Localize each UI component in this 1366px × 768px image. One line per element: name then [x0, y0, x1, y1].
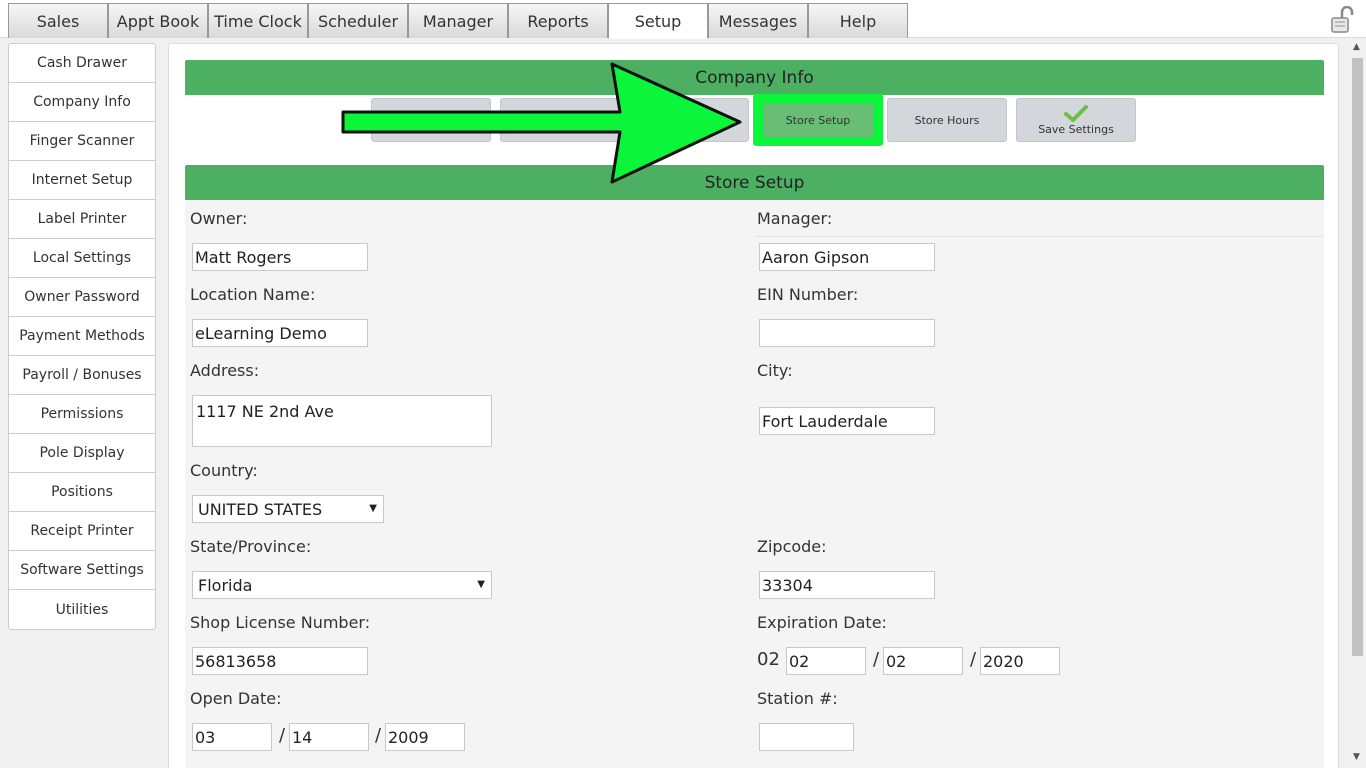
state-select[interactable]: Florida ▼	[192, 571, 492, 599]
save-settings-label: Save Settings	[1038, 122, 1114, 136]
date-separator: /	[873, 649, 880, 670]
date-separator: /	[970, 649, 977, 670]
date-separator: /	[279, 725, 286, 746]
checkmark-icon	[1064, 104, 1088, 122]
expiration-year-field[interactable]: 2020	[980, 647, 1060, 675]
tab-appt-book[interactable]: Appt Book	[108, 3, 208, 38]
sidebar-item-internet-setup[interactable]: Internet Setup	[9, 161, 155, 200]
expiration-date-label: Expiration Date:	[757, 613, 887, 632]
ein-number-label: EIN Number:	[757, 285, 859, 304]
sidebar-item-cash-drawer[interactable]: Cash Drawer	[9, 44, 155, 83]
sidebar-item-software-settings[interactable]: Software Settings	[9, 551, 155, 590]
manager-label: Manager:	[757, 209, 833, 228]
location-name-label: Location Name:	[190, 285, 316, 304]
padlock-icon[interactable]	[1330, 6, 1356, 34]
divider	[755, 236, 1324, 237]
open-date-label: Open Date:	[190, 689, 282, 708]
store-setup-form: Owner: Matt Rogers Location Name: eLearn…	[185, 200, 1324, 768]
expiration-day-field[interactable]: 02	[883, 647, 963, 675]
station-number-field[interactable]	[759, 723, 854, 751]
scrollbar-thumb[interactable]	[1352, 58, 1363, 656]
scroll-up-icon[interactable]: ▲	[1353, 42, 1360, 52]
tab-messages[interactable]: Messages	[708, 3, 808, 38]
sidebar-item-payroll-bonuses[interactable]: Payroll / Bonuses	[9, 356, 155, 395]
store-hours-button[interactable]: Store Hours	[887, 98, 1007, 142]
zipcode-field[interactable]: 33304	[759, 571, 935, 599]
tab-sales[interactable]: Sales	[8, 3, 108, 38]
address-field[interactable]: 1117 NE 2nd Ave	[192, 395, 492, 447]
tab-manager[interactable]: Manager	[408, 3, 508, 38]
open-date-day-field[interactable]: 14	[289, 723, 369, 751]
sidebar-item-receipt-printer[interactable]: Receipt Printer	[9, 512, 155, 551]
open-date-year-field[interactable]: 2009	[385, 723, 465, 751]
sidebar-item-finger-scanner[interactable]: Finger Scanner	[9, 122, 155, 161]
setup-sidebar: Cash Drawer Company Info Finger Scanner …	[8, 43, 156, 630]
zipcode-label: Zipcode:	[757, 537, 827, 556]
store-setup-button[interactable]: Store Setup	[753, 94, 883, 146]
tab-setup[interactable]: Setup	[608, 3, 708, 39]
address-label: Address:	[190, 361, 260, 380]
sidebar-item-utilities[interactable]: Utilities	[9, 590, 155, 629]
state-label: State/Province:	[190, 537, 312, 556]
sidebar-item-local-settings[interactable]: Local Settings	[9, 239, 155, 278]
sidebar-item-owner-password[interactable]: Owner Password	[9, 278, 155, 317]
sidebar-item-company-info[interactable]: Company Info	[9, 83, 155, 122]
expiration-month-field[interactable]: 02	[786, 647, 866, 675]
country-label: Country:	[190, 461, 258, 480]
caret-down-icon: ▼	[477, 579, 485, 590]
city-field[interactable]: Fort Lauderdale	[759, 407, 935, 435]
top-tab-bar: Sales Appt Book Time Clock Scheduler Man…	[0, 0, 1366, 39]
scroll-down-icon[interactable]: ▼	[1353, 752, 1360, 762]
country-select[interactable]: UNITED STATES ▼	[192, 495, 384, 523]
date-separator: /	[375, 725, 382, 746]
tab-scheduler[interactable]: Scheduler	[308, 3, 408, 38]
save-settings-button[interactable]: Save Settings	[1016, 98, 1136, 142]
sidebar-item-label-printer[interactable]: Label Printer	[9, 200, 155, 239]
expiration-prefix: 02	[757, 649, 780, 670]
caret-down-icon: ▼	[369, 503, 377, 514]
state-value: Florida	[198, 575, 253, 595]
ein-number-field[interactable]	[759, 319, 935, 347]
country-value: UNITED STATES	[198, 499, 323, 519]
page-scrollbar[interactable]: ▲ ▼	[1349, 38, 1366, 768]
station-number-label: Station #:	[757, 689, 838, 708]
sidebar-item-pole-display[interactable]: Pole Display	[9, 434, 155, 473]
manager-field[interactable]: Aaron Gipson	[759, 243, 935, 271]
tab-reports[interactable]: Reports	[508, 3, 608, 38]
shop-license-label: Shop License Number:	[190, 613, 371, 632]
store-setup-label: Store Setup	[763, 103, 873, 137]
city-label: City:	[757, 361, 793, 380]
owner-field[interactable]: Matt Rogers	[192, 243, 368, 271]
tab-help[interactable]: Help	[808, 3, 908, 38]
location-name-field[interactable]: eLearning Demo	[192, 319, 368, 347]
tab-time-clock[interactable]: Time Clock	[208, 3, 308, 38]
sidebar-item-payment-methods[interactable]: Payment Methods	[9, 317, 155, 356]
sidebar-item-permissions[interactable]: Permissions	[9, 395, 155, 434]
open-date-month-field[interactable]: 03	[192, 723, 272, 751]
shop-license-field[interactable]: 56813658	[192, 647, 368, 675]
owner-label: Owner:	[190, 209, 248, 228]
tutorial-arrow-icon	[341, 62, 742, 184]
sidebar-item-positions[interactable]: Positions	[9, 473, 155, 512]
